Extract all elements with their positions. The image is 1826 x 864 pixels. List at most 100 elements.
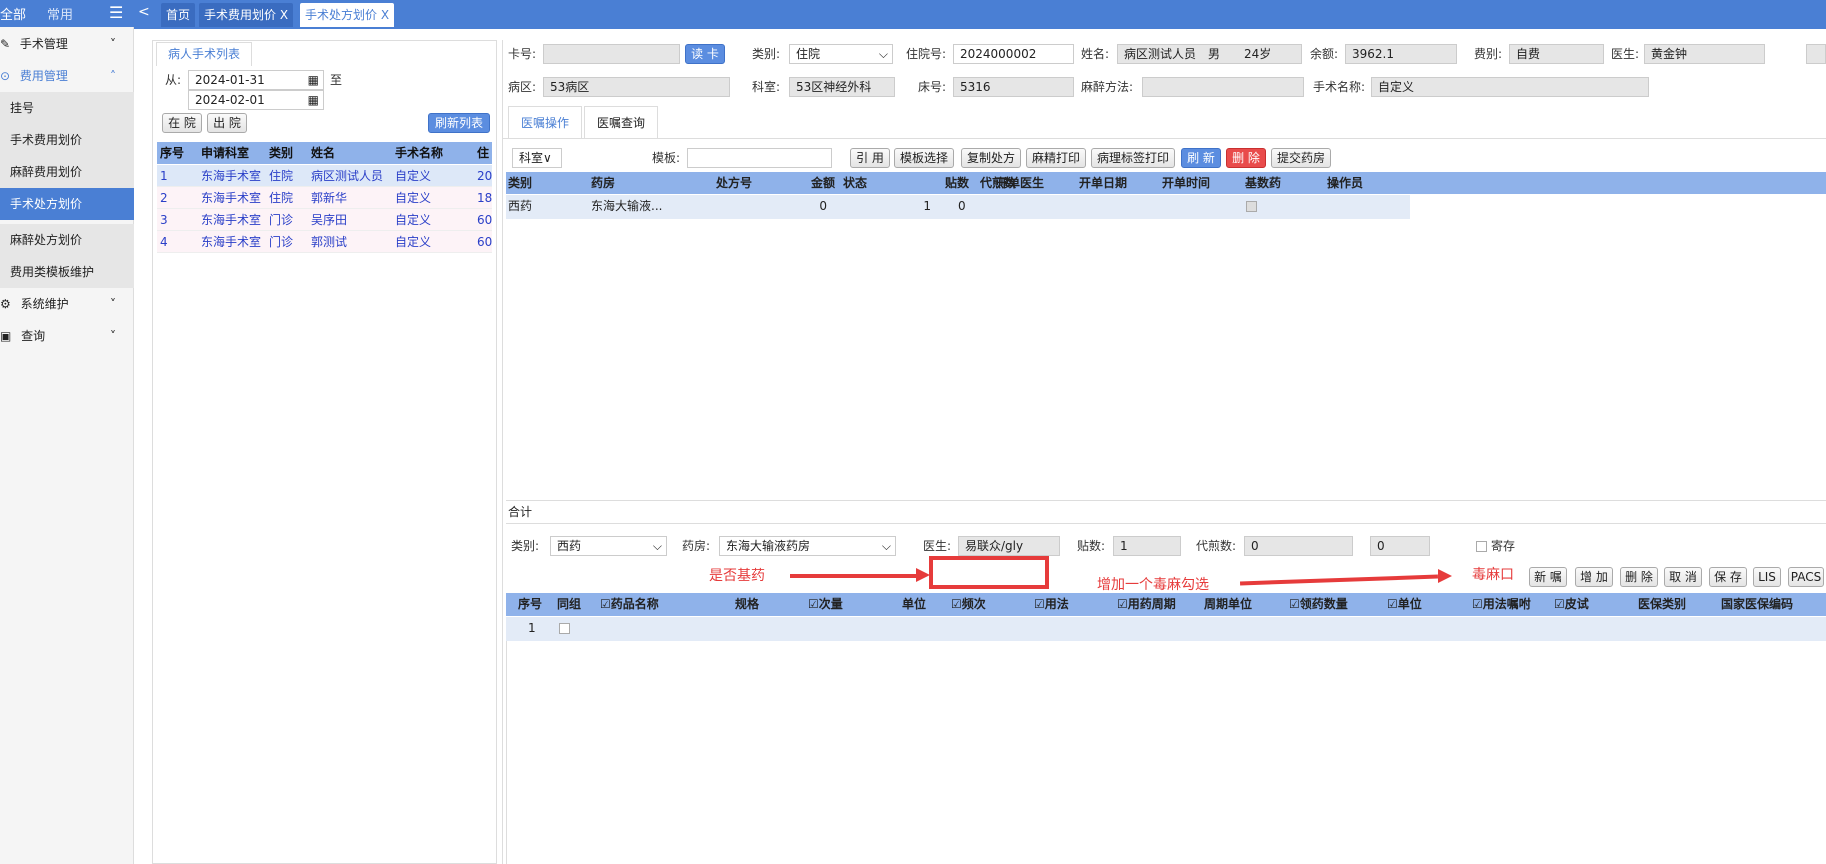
tab-patient-list[interactable]: 病人手术列表 (156, 42, 252, 66)
calendar-icon[interactable]: ▦ (308, 71, 319, 89)
copy-rx-button[interactable]: 复制处方 (961, 148, 1021, 168)
cancel-button[interactable]: 取 消 (1664, 567, 1702, 587)
decoct-field[interactable]: 0 (1244, 536, 1353, 556)
discharged-button[interactable]: 出 院 (207, 113, 247, 133)
date-to-input[interactable]: 2024-02-01 ▦ (188, 90, 324, 110)
hold-checkbox[interactable] (1476, 541, 1487, 552)
sidebar-item-anes-rx[interactable]: 麻醉处方划价 (0, 224, 134, 256)
pharmacy-select[interactable]: 东海大输液药房 ⌵ (719, 536, 896, 556)
table-row[interactable]: 3 东海手术室 门诊 吴序田 自定义 60 (157, 209, 492, 231)
sidebar-item-surgery-mgmt[interactable]: ✎ 手术管理 ˅ (0, 28, 134, 60)
col-dept[interactable]: 申请科室 (201, 142, 249, 164)
lis-button[interactable]: LIS (1753, 567, 1781, 587)
quote-button[interactable]: 引 用 (850, 148, 890, 168)
tab-order-ops[interactable]: 医嘱操作 (508, 106, 582, 139)
table-cell: 郭新华 (311, 191, 348, 205)
table-row[interactable]: 4 东海手术室 门诊 郭测试 自定义 60 (157, 231, 492, 253)
tab-favorites[interactable]: 常用 (47, 4, 73, 23)
detail-col-header[interactable]: ☑皮试 (1554, 593, 1589, 615)
detail-col-header[interactable]: ☑领药数量 (1289, 593, 1348, 615)
refresh-button[interactable]: 刷 新 (1181, 148, 1221, 168)
rx-col-header[interactable]: 开单日期 (1079, 172, 1127, 194)
sidebar-item-surgery-rx[interactable]: 手术处方划价 (0, 188, 134, 220)
sidebar-item-register[interactable]: 挂号 (0, 92, 134, 124)
sidebar-item-fee-template[interactable]: 费用类模板维护 (0, 256, 134, 288)
add-button[interactable]: 增 加 (1575, 567, 1613, 587)
sidebar-item-cost-mgmt[interactable]: ⊙ 费用管理 ˄ (0, 60, 134, 92)
detail-type-select[interactable]: 西药 ⌵ (550, 536, 667, 556)
type-select[interactable]: 住院 ⌵ (789, 44, 893, 64)
back-icon[interactable]: < (138, 4, 150, 20)
tab-all[interactable]: 全部 (0, 4, 26, 23)
detail-col-header[interactable]: ☑用法嘱咐 (1472, 593, 1531, 615)
detail-col-header[interactable]: ☑次量 (808, 593, 843, 615)
tab-surgery-fee[interactable]: 手术费用划价 X (199, 3, 294, 27)
detail-delete-button[interactable]: 删 除 (1620, 567, 1658, 587)
query-icon: ▣ (0, 329, 12, 343)
pacs-button[interactable]: PACS (1788, 567, 1824, 587)
dept-select[interactable]: 科室∨ (512, 148, 562, 168)
rx-col-header[interactable]: 类别 (508, 172, 532, 194)
template-select-button[interactable]: 模板选择 (894, 148, 954, 168)
table-row[interactable]: 1 东海手术室 住院 病区测试人员 自定义 20 (157, 165, 492, 187)
date-from-input[interactable]: 2024-01-31 ▦ (188, 70, 324, 90)
save-button[interactable]: 保 存 (1709, 567, 1747, 587)
sidebar-item-query[interactable]: ▣ 查询 ˅ (0, 320, 134, 352)
tab-order-query[interactable]: 医嘱查询 (584, 106, 658, 139)
rx-col-header[interactable]: 操作员 (1327, 172, 1363, 194)
detail-table-row[interactable]: 1 (506, 617, 1826, 641)
rx-col-header[interactable]: 金额 (755, 172, 835, 194)
inpatient-input[interactable]: 2024000002 (953, 44, 1074, 64)
col-inpatient[interactable]: 住 (477, 142, 489, 164)
delete-button[interactable]: 删 除 (1226, 148, 1266, 168)
close-icon[interactable]: X (280, 8, 288, 22)
detail-col-header[interactable]: ☑药品名称 (600, 593, 659, 615)
doses-field[interactable]: 1 (1113, 536, 1181, 556)
calendar-icon[interactable]: ▦ (308, 91, 319, 109)
rx-col-header[interactable]: 贴数 (929, 172, 969, 194)
annotation-box (929, 556, 1049, 589)
rx-col-header[interactable]: 状态 (843, 172, 867, 194)
rx-col-header[interactable]: 基数药 (1245, 172, 1281, 194)
base-drug-checkbox[interactable] (1246, 201, 1257, 212)
refresh-list-button[interactable]: 刷新列表 (428, 113, 490, 133)
narcotic-print-button[interactable]: 麻精打印 (1026, 148, 1086, 168)
pathology-label-print-button[interactable]: 病理标签打印 (1091, 148, 1175, 168)
submit-pharmacy-button[interactable]: 提交药房 (1271, 148, 1331, 168)
rx-col-header[interactable]: 处方号 (672, 172, 752, 194)
group-checkbox[interactable] (559, 623, 570, 634)
col-name[interactable]: 姓名 (311, 142, 335, 164)
rx-col-header[interactable]: 开单医生 (996, 172, 1044, 194)
decoct-field-2[interactable]: 0 (1370, 536, 1430, 556)
read-card-button[interactable]: 读 卡 (685, 44, 725, 64)
in-hospital-button[interactable]: 在 院 (162, 113, 202, 133)
detail-col-header[interactable]: 单位 (902, 593, 926, 615)
col-no[interactable]: 序号 (160, 142, 184, 164)
close-icon[interactable]: X (381, 8, 389, 22)
menu-icon[interactable]: ☰ (109, 3, 123, 22)
detail-col-header[interactable]: 医保类别 (1638, 593, 1686, 615)
detail-col-header[interactable]: ☑单位 (1387, 593, 1422, 615)
detail-col-header[interactable]: 序号 (518, 593, 542, 615)
rx-table-row[interactable]: 西药 东海大输液... 0 1 0 (506, 195, 1410, 219)
rx-col-header[interactable]: 开单时间 (1162, 172, 1210, 194)
detail-col-header[interactable]: 国家医保编码 (1721, 593, 1793, 615)
sidebar-item-anes-fee[interactable]: 麻醉费用划价 (0, 156, 134, 188)
col-type[interactable]: 类别 (269, 142, 293, 164)
detail-col-header[interactable]: 规格 (735, 593, 759, 615)
detail-col-header[interactable]: ☑频次 (951, 593, 986, 615)
tab-home[interactable]: 首页 (161, 3, 196, 27)
new-order-button[interactable]: 新 嘱 (1529, 567, 1567, 587)
detail-col-header[interactable]: ☑用法 (1034, 593, 1069, 615)
table-row[interactable]: 2 东海手术室 住院 郭新华 自定义 18 (157, 187, 492, 209)
detail-col-header[interactable]: 同组 (557, 593, 581, 615)
rx-col-header[interactable]: 药房 (591, 172, 615, 194)
card-input[interactable] (543, 44, 680, 64)
detail-col-header[interactable]: 周期单位 (1204, 593, 1252, 615)
sidebar-item-surgery-fee[interactable]: 手术费用划价 (0, 124, 134, 156)
template-input[interactable] (687, 148, 832, 168)
sidebar-item-system[interactable]: ⚙ 系统维护 ˅ (0, 288, 134, 320)
tab-surgery-rx[interactable]: 手术处方划价 X (300, 3, 395, 27)
col-surgery[interactable]: 手术名称 (395, 142, 443, 164)
detail-col-header[interactable]: ☑用药周期 (1117, 593, 1176, 615)
